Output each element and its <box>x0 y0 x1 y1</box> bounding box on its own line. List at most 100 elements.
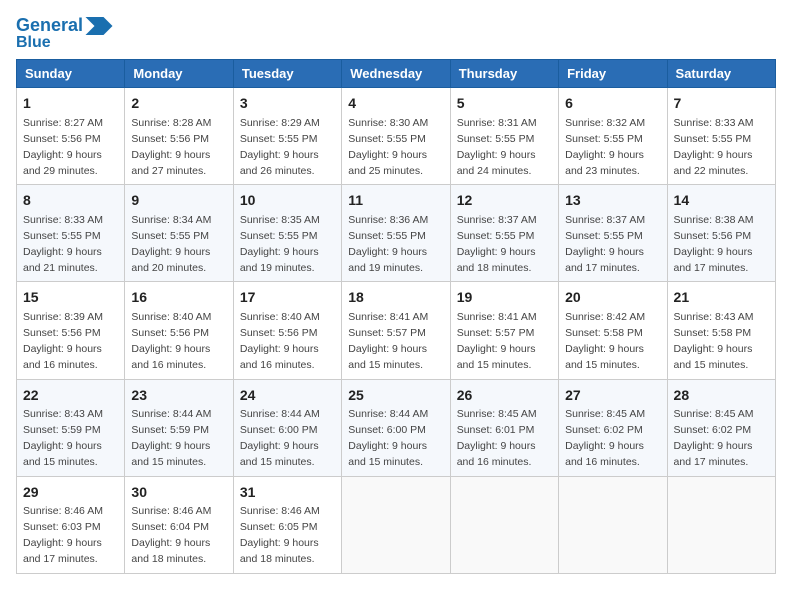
calendar-cell: 13 Sunrise: 8:37 AMSunset: 5:55 PMDaylig… <box>559 185 667 282</box>
day-number: 25 <box>348 385 443 405</box>
day-number: 26 <box>457 385 552 405</box>
day-number: 22 <box>23 385 118 405</box>
day-number: 15 <box>23 287 118 307</box>
day-number: 11 <box>348 190 443 210</box>
calendar-cell: 15 Sunrise: 8:39 AMSunset: 5:56 PMDaylig… <box>17 282 125 379</box>
calendar-cell: 16 Sunrise: 8:40 AMSunset: 5:56 PMDaylig… <box>125 282 233 379</box>
calendar-cell <box>450 476 558 573</box>
calendar-cell: 17 Sunrise: 8:40 AMSunset: 5:56 PMDaylig… <box>233 282 341 379</box>
calendar-cell: 29 Sunrise: 8:46 AMSunset: 6:03 PMDaylig… <box>17 476 125 573</box>
day-info: Sunrise: 8:46 AMSunset: 6:05 PMDaylight:… <box>240 505 320 565</box>
day-number: 13 <box>565 190 660 210</box>
calendar-cell: 9 Sunrise: 8:34 AMSunset: 5:55 PMDayligh… <box>125 185 233 282</box>
day-info: Sunrise: 8:37 AMSunset: 5:55 PMDaylight:… <box>565 214 645 274</box>
calendar-cell <box>342 476 450 573</box>
day-info: Sunrise: 8:36 AMSunset: 5:55 PMDaylight:… <box>348 214 428 274</box>
day-number: 2 <box>131 93 226 113</box>
day-number: 10 <box>240 190 335 210</box>
day-number: 18 <box>348 287 443 307</box>
calendar-cell: 5 Sunrise: 8:31 AMSunset: 5:55 PMDayligh… <box>450 88 558 185</box>
calendar-cell: 31 Sunrise: 8:46 AMSunset: 6:05 PMDaylig… <box>233 476 341 573</box>
calendar-cell: 30 Sunrise: 8:46 AMSunset: 6:04 PMDaylig… <box>125 476 233 573</box>
day-info: Sunrise: 8:44 AMSunset: 6:00 PMDaylight:… <box>240 408 320 468</box>
calendar-header-row: SundayMondayTuesdayWednesdayThursdayFrid… <box>17 60 776 88</box>
calendar-cell: 22 Sunrise: 8:43 AMSunset: 5:59 PMDaylig… <box>17 379 125 476</box>
day-number: 5 <box>457 93 552 113</box>
calendar-cell: 11 Sunrise: 8:36 AMSunset: 5:55 PMDaylig… <box>342 185 450 282</box>
day-info: Sunrise: 8:39 AMSunset: 5:56 PMDaylight:… <box>23 311 103 371</box>
day-number: 23 <box>131 385 226 405</box>
day-number: 27 <box>565 385 660 405</box>
calendar-cell: 1 Sunrise: 8:27 AMSunset: 5:56 PMDayligh… <box>17 88 125 185</box>
day-number: 6 <box>565 93 660 113</box>
header-thursday: Thursday <box>450 60 558 88</box>
day-info: Sunrise: 8:40 AMSunset: 5:56 PMDaylight:… <box>240 311 320 371</box>
calendar-cell: 20 Sunrise: 8:42 AMSunset: 5:58 PMDaylig… <box>559 282 667 379</box>
calendar-cell: 4 Sunrise: 8:30 AMSunset: 5:55 PMDayligh… <box>342 88 450 185</box>
header-wednesday: Wednesday <box>342 60 450 88</box>
day-info: Sunrise: 8:41 AMSunset: 5:57 PMDaylight:… <box>348 311 428 371</box>
day-info: Sunrise: 8:32 AMSunset: 5:55 PMDaylight:… <box>565 117 645 177</box>
calendar-cell <box>559 476 667 573</box>
day-info: Sunrise: 8:37 AMSunset: 5:55 PMDaylight:… <box>457 214 537 274</box>
day-number: 3 <box>240 93 335 113</box>
calendar-cell: 18 Sunrise: 8:41 AMSunset: 5:57 PMDaylig… <box>342 282 450 379</box>
day-number: 28 <box>674 385 769 405</box>
day-number: 21 <box>674 287 769 307</box>
day-info: Sunrise: 8:43 AMSunset: 5:58 PMDaylight:… <box>674 311 754 371</box>
day-number: 8 <box>23 190 118 210</box>
day-number: 31 <box>240 482 335 502</box>
calendar-cell: 28 Sunrise: 8:45 AMSunset: 6:02 PMDaylig… <box>667 379 775 476</box>
calendar-cell: 8 Sunrise: 8:33 AMSunset: 5:55 PMDayligh… <box>17 185 125 282</box>
calendar-cell: 14 Sunrise: 8:38 AMSunset: 5:56 PMDaylig… <box>667 185 775 282</box>
day-number: 1 <box>23 93 118 113</box>
page-header: General Blue <box>16 16 776 51</box>
day-info: Sunrise: 8:44 AMSunset: 5:59 PMDaylight:… <box>131 408 211 468</box>
day-info: Sunrise: 8:28 AMSunset: 5:56 PMDaylight:… <box>131 117 211 177</box>
day-info: Sunrise: 8:33 AMSunset: 5:55 PMDaylight:… <box>23 214 103 274</box>
day-number: 4 <box>348 93 443 113</box>
day-info: Sunrise: 8:46 AMSunset: 6:03 PMDaylight:… <box>23 505 103 565</box>
calendar-cell: 6 Sunrise: 8:32 AMSunset: 5:55 PMDayligh… <box>559 88 667 185</box>
day-number: 14 <box>674 190 769 210</box>
day-number: 24 <box>240 385 335 405</box>
day-info: Sunrise: 8:43 AMSunset: 5:59 PMDaylight:… <box>23 408 103 468</box>
calendar-week-row: 29 Sunrise: 8:46 AMSunset: 6:03 PMDaylig… <box>17 476 776 573</box>
day-info: Sunrise: 8:34 AMSunset: 5:55 PMDaylight:… <box>131 214 211 274</box>
day-number: 9 <box>131 190 226 210</box>
header-saturday: Saturday <box>667 60 775 88</box>
calendar-week-row: 22 Sunrise: 8:43 AMSunset: 5:59 PMDaylig… <box>17 379 776 476</box>
day-info: Sunrise: 8:30 AMSunset: 5:55 PMDaylight:… <box>348 117 428 177</box>
logo-subtext: Blue <box>16 34 51 52</box>
day-info: Sunrise: 8:42 AMSunset: 5:58 PMDaylight:… <box>565 311 645 371</box>
day-number: 16 <box>131 287 226 307</box>
calendar-cell: 25 Sunrise: 8:44 AMSunset: 6:00 PMDaylig… <box>342 379 450 476</box>
day-info: Sunrise: 8:40 AMSunset: 5:56 PMDaylight:… <box>131 311 211 371</box>
day-number: 7 <box>674 93 769 113</box>
header-sunday: Sunday <box>17 60 125 88</box>
calendar-week-row: 15 Sunrise: 8:39 AMSunset: 5:56 PMDaylig… <box>17 282 776 379</box>
calendar-week-row: 1 Sunrise: 8:27 AMSunset: 5:56 PMDayligh… <box>17 88 776 185</box>
day-info: Sunrise: 8:46 AMSunset: 6:04 PMDaylight:… <box>131 505 211 565</box>
day-info: Sunrise: 8:31 AMSunset: 5:55 PMDaylight:… <box>457 117 537 177</box>
day-number: 29 <box>23 482 118 502</box>
calendar-cell: 2 Sunrise: 8:28 AMSunset: 5:56 PMDayligh… <box>125 88 233 185</box>
calendar-cell: 21 Sunrise: 8:43 AMSunset: 5:58 PMDaylig… <box>667 282 775 379</box>
day-info: Sunrise: 8:35 AMSunset: 5:55 PMDaylight:… <box>240 214 320 274</box>
calendar-cell: 19 Sunrise: 8:41 AMSunset: 5:57 PMDaylig… <box>450 282 558 379</box>
calendar-cell <box>667 476 775 573</box>
day-number: 20 <box>565 287 660 307</box>
header-monday: Monday <box>125 60 233 88</box>
calendar-cell: 10 Sunrise: 8:35 AMSunset: 5:55 PMDaylig… <box>233 185 341 282</box>
calendar-cell: 12 Sunrise: 8:37 AMSunset: 5:55 PMDaylig… <box>450 185 558 282</box>
calendar-cell: 24 Sunrise: 8:44 AMSunset: 6:00 PMDaylig… <box>233 379 341 476</box>
day-info: Sunrise: 8:41 AMSunset: 5:57 PMDaylight:… <box>457 311 537 371</box>
calendar-cell: 27 Sunrise: 8:45 AMSunset: 6:02 PMDaylig… <box>559 379 667 476</box>
day-number: 19 <box>457 287 552 307</box>
day-info: Sunrise: 8:45 AMSunset: 6:01 PMDaylight:… <box>457 408 537 468</box>
day-number: 30 <box>131 482 226 502</box>
calendar-cell: 23 Sunrise: 8:44 AMSunset: 5:59 PMDaylig… <box>125 379 233 476</box>
header-tuesday: Tuesday <box>233 60 341 88</box>
day-info: Sunrise: 8:45 AMSunset: 6:02 PMDaylight:… <box>565 408 645 468</box>
day-number: 12 <box>457 190 552 210</box>
